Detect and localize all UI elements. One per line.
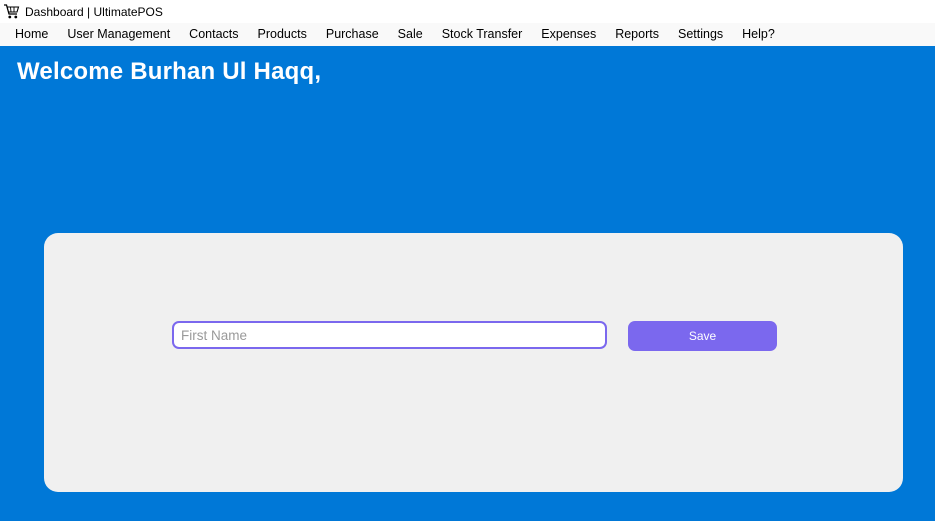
title-bar: Dashboard | UltimatePOS	[0, 0, 935, 23]
menu-bar: Home User Management Contacts Products P…	[0, 23, 935, 46]
menu-item-user-management[interactable]: User Management	[58, 23, 180, 46]
menu-item-home[interactable]: Home	[0, 23, 58, 46]
form-panel: Save	[44, 233, 903, 492]
menu-item-stock-transfer[interactable]: Stock Transfer	[432, 23, 532, 46]
save-button[interactable]: Save	[628, 321, 777, 351]
window-title: Dashboard | UltimatePOS	[25, 4, 163, 19]
menu-item-products[interactable]: Products	[248, 23, 316, 46]
shopping-cart-icon	[3, 3, 21, 21]
menu-item-help[interactable]: Help?	[733, 23, 785, 46]
menu-item-expenses[interactable]: Expenses	[532, 23, 606, 46]
menu-item-contacts[interactable]: Contacts	[180, 23, 248, 46]
main-content: Welcome Burhan Ul Haqq, Save	[0, 46, 935, 521]
first-name-field[interactable]	[172, 321, 607, 349]
menu-item-sale[interactable]: Sale	[388, 23, 432, 46]
menu-item-reports[interactable]: Reports	[606, 23, 669, 46]
menu-item-settings[interactable]: Settings	[668, 23, 732, 46]
welcome-heading: Welcome Burhan Ul Haqq,	[17, 58, 322, 85]
menu-item-purchase[interactable]: Purchase	[316, 23, 388, 46]
